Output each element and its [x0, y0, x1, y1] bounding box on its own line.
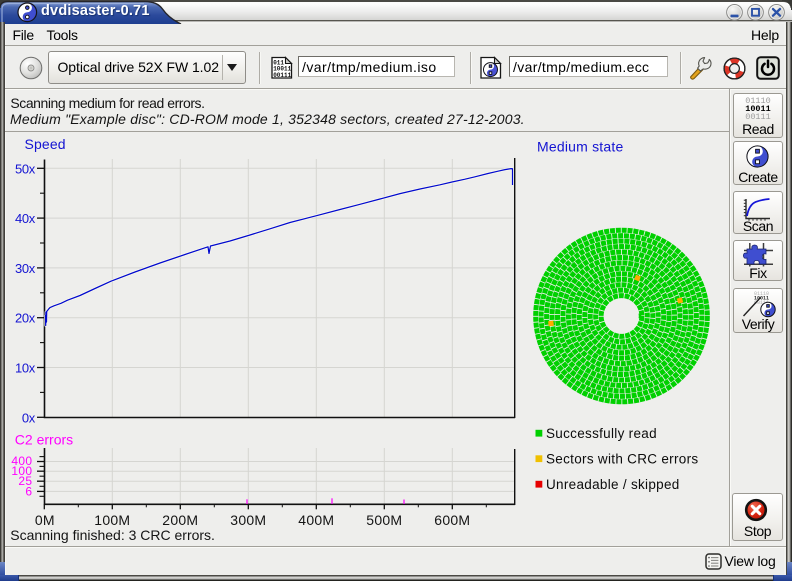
- svg-text:400M: 400M: [298, 512, 334, 528]
- svg-text:200M: 200M: [162, 512, 198, 528]
- svg-text:40x: 40x: [15, 211, 36, 226]
- svg-text:Sectors with CRC errors: Sectors with CRC errors: [546, 452, 698, 467]
- svg-text:0x: 0x: [22, 410, 36, 425]
- svg-text:00111: 00111: [273, 72, 291, 79]
- svg-text:C2 errors: C2 errors: [15, 431, 73, 447]
- svg-text:50x: 50x: [15, 161, 36, 176]
- svg-text:20x: 20x: [15, 311, 36, 326]
- svg-text:500M: 500M: [366, 512, 402, 528]
- svg-text:600M: 600M: [434, 512, 470, 528]
- svg-text:6: 6: [25, 485, 32, 499]
- svg-text:10x: 10x: [15, 361, 36, 376]
- svg-text:100M: 100M: [94, 512, 130, 528]
- svg-text:0M: 0M: [35, 512, 55, 528]
- svg-text:Successfully read: Successfully read: [546, 426, 657, 441]
- svg-text:Unreadable / skipped: Unreadable / skipped: [546, 477, 680, 492]
- svg-text:30x: 30x: [15, 261, 36, 276]
- svg-text:Medium state: Medium state: [537, 139, 623, 155]
- svg-text:300M: 300M: [230, 512, 266, 528]
- svg-text:Speed: Speed: [25, 136, 66, 152]
